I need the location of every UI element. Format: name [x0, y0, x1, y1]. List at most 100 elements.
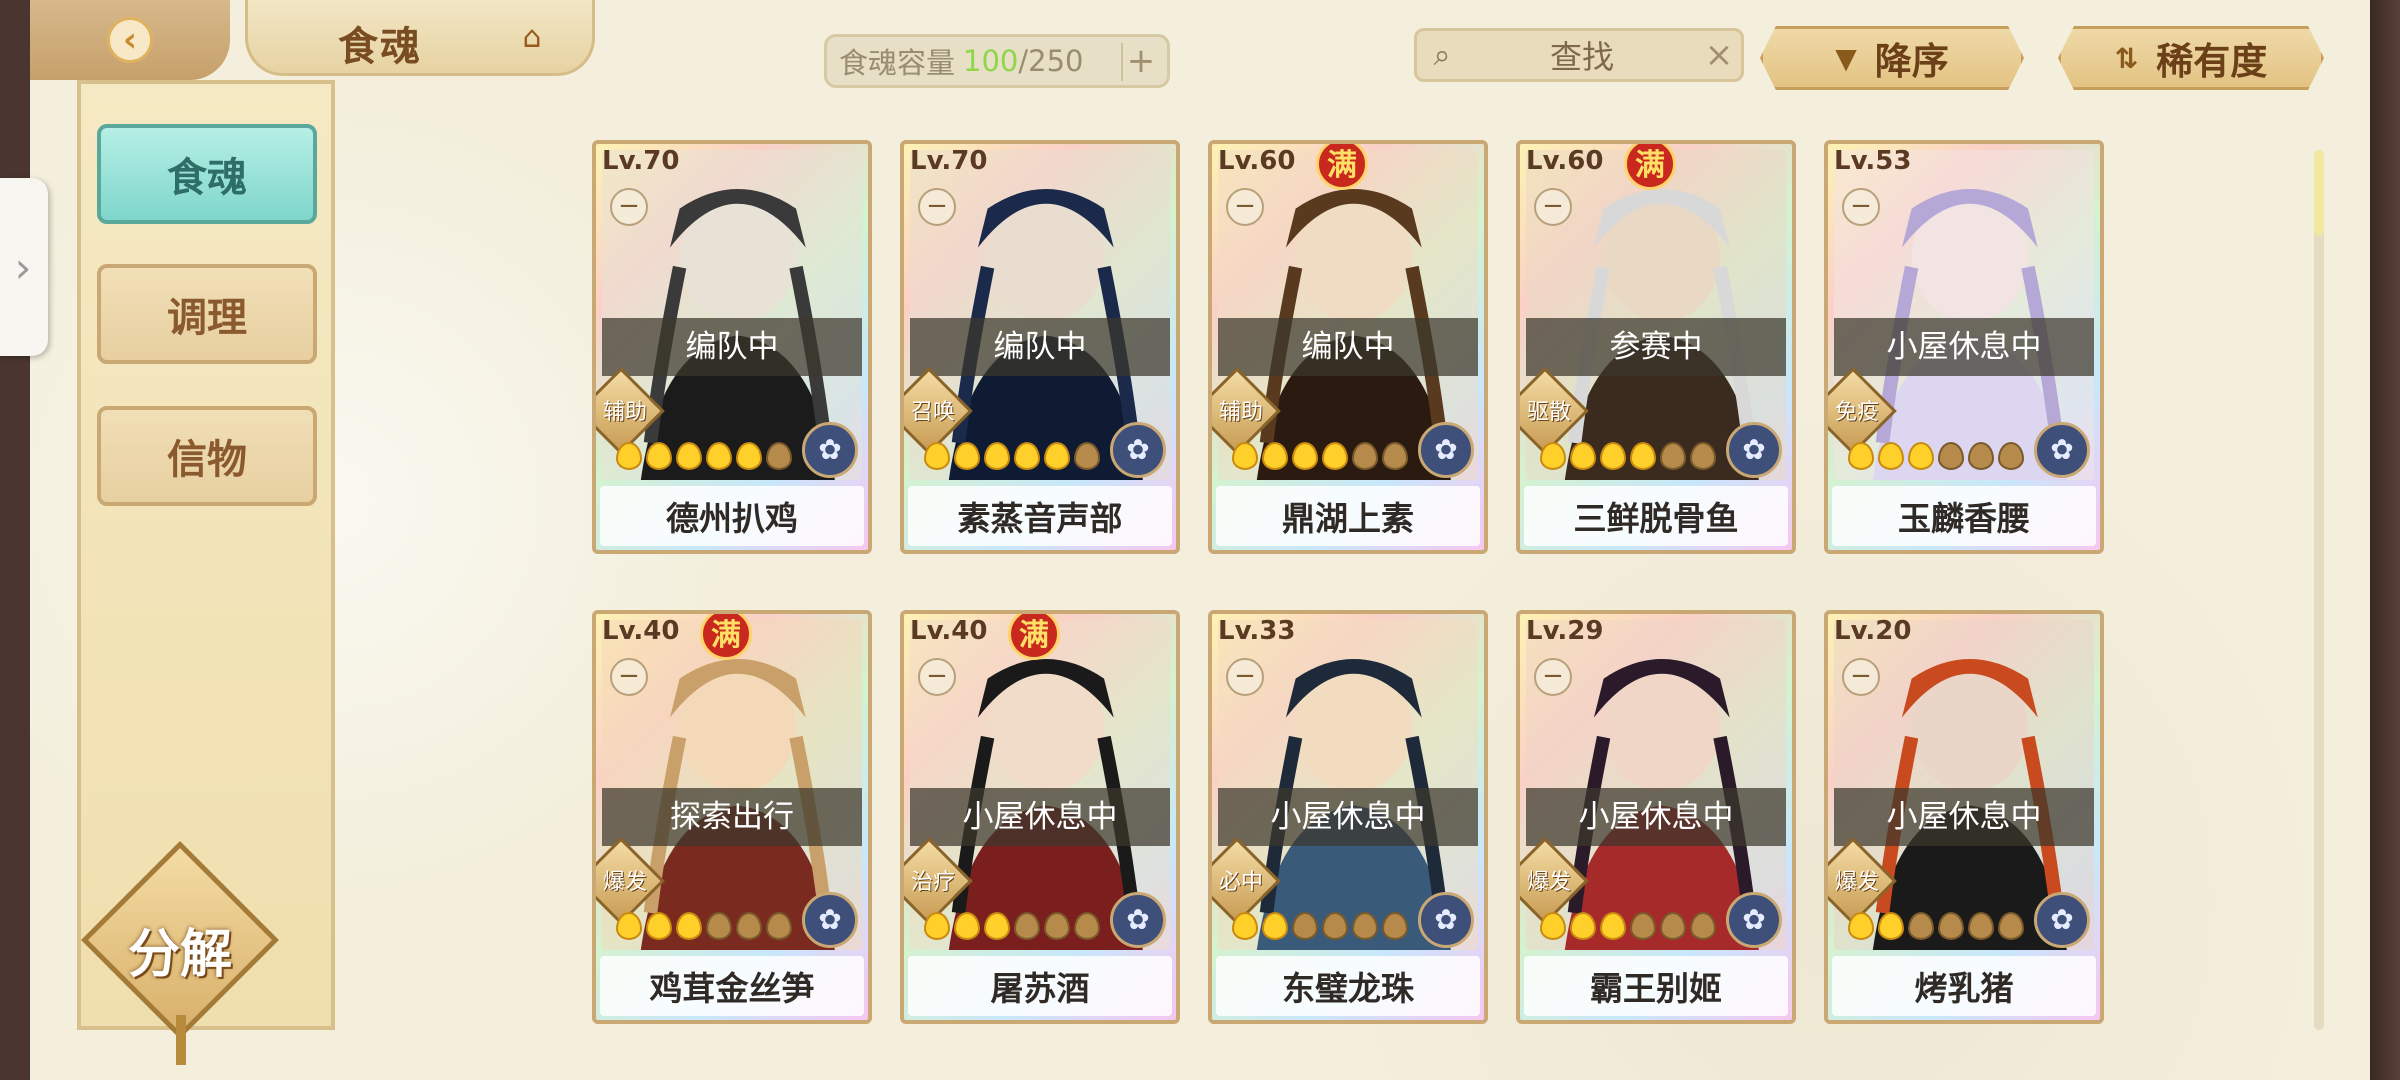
scrollbar[interactable]: [2314, 150, 2324, 1030]
lock-toggle-icon[interactable]: −: [1534, 658, 1572, 696]
status-banner: 编队中: [910, 318, 1170, 376]
lock-toggle-icon[interactable]: −: [610, 188, 648, 226]
sort-rarity-label: 稀有度: [2156, 40, 2268, 83]
card-name: 屠苏酒: [990, 969, 1090, 1008]
lock-toggle-icon[interactable]: −: [1842, 658, 1880, 696]
food-soul-card[interactable]: Lv.40 满 − 小屋休息中 治疗 ✿ 屠苏酒: [900, 610, 1180, 1024]
lock-toggle-icon[interactable]: −: [918, 188, 956, 226]
back-button[interactable]: ‹: [30, 0, 230, 80]
add-capacity-button[interactable]: +: [1121, 43, 1159, 81]
rank-flame-icon: [1690, 442, 1716, 470]
capacity-separator: /: [1018, 44, 1029, 78]
rank-flame-icon: [984, 442, 1010, 470]
max-level-badge: 满: [1316, 144, 1368, 190]
lock-toggle-icon[interactable]: −: [610, 658, 648, 696]
rank-flame-icon: [1660, 912, 1686, 940]
rank-flame-icon: [1848, 442, 1874, 470]
sidebar-item-label: 信物: [167, 437, 247, 483]
level-label: Lv.33: [1218, 616, 1296, 646]
food-soul-card[interactable]: Lv.20 − 小屋休息中 爆发 ✿ 烤乳猪: [1824, 610, 2104, 1024]
level-label: Lv.53: [1834, 146, 1912, 176]
decompose-label[interactable]: 分解: [110, 912, 250, 987]
rank-flames: [616, 442, 792, 470]
rank-flame-icon: [1630, 442, 1656, 470]
food-soul-card[interactable]: Lv.40 满 − 探索出行 爆发 ✿ 鸡茸金丝笋: [592, 610, 872, 1024]
rank-flame-icon: [1908, 442, 1934, 470]
search-bar[interactable]: ⌕ 查找 ×: [1414, 28, 1744, 82]
element-emblem-icon: ✿: [1726, 892, 1782, 948]
rank-flame-icon: [1878, 912, 1904, 940]
capacity-display: 食魂容量 100 / 250 +: [824, 34, 1170, 88]
lock-toggle-icon[interactable]: −: [1534, 188, 1572, 226]
sidebar-item-tokens[interactable]: 信物: [97, 406, 317, 506]
food-soul-card[interactable]: Lv.33 − 小屋休息中 必中 ✿ 东璧龙珠: [1208, 610, 1488, 1024]
lock-toggle-icon[interactable]: −: [1226, 658, 1264, 696]
rank-flame-icon: [1292, 442, 1318, 470]
food-soul-card[interactable]: Lv.29 − 小屋休息中 爆发 ✿ 霸王别姬: [1516, 610, 1796, 1024]
rank-flame-icon: [1352, 912, 1378, 940]
rank-flame-icon: [924, 912, 950, 940]
food-soul-card[interactable]: Lv.53 − 小屋休息中 免疫 ✿ 玉麟香腰: [1824, 140, 2104, 554]
element-emblem-icon: ✿: [2034, 892, 2090, 948]
rank-flame-icon: [1074, 442, 1100, 470]
scrollbar-thumb[interactable]: [2314, 150, 2324, 236]
triangle-down-icon: ▼: [1835, 41, 1857, 75]
rank-flame-icon: [676, 912, 702, 940]
sort-rarity-button[interactable]: ⇅ 稀有度: [2058, 26, 2324, 90]
search-icon: ⌕: [1433, 37, 1451, 73]
food-soul-card[interactable]: Lv.70 − 编队中 辅助 ✿ 德州扒鸡: [592, 140, 872, 554]
card-name: 三鲜脱骨鱼: [1573, 499, 1739, 538]
element-emblem-icon: ✿: [1110, 422, 1166, 478]
rank-flame-icon: [1044, 912, 1070, 940]
rank-flame-icon: [1878, 442, 1904, 470]
tassel-decoration: [176, 1015, 186, 1065]
capacity-current: 100: [963, 44, 1019, 78]
food-soul-card[interactable]: Lv.60 满 − 参赛中 驱散 ✿ 三鲜脱骨鱼: [1516, 140, 1796, 554]
rank-flame-icon: [1232, 912, 1258, 940]
card-name: 霸王别姬: [1590, 969, 1722, 1008]
rank-flame-icon: [1074, 912, 1100, 940]
search-label[interactable]: 查找: [1467, 32, 1697, 78]
element-emblem-icon: ✿: [2034, 422, 2090, 478]
rank-flame-icon: [1382, 912, 1408, 940]
food-soul-card[interactable]: Lv.70 − 编队中 召唤 ✿ 素蒸音声部: [900, 140, 1180, 554]
rank-flame-icon: [1044, 442, 1070, 470]
screen-edge: [2370, 0, 2400, 1080]
rank-flame-icon: [676, 442, 702, 470]
rank-flames: [1848, 442, 2024, 470]
status-banner: 编队中: [602, 318, 862, 376]
rank-flame-icon: [1570, 442, 1596, 470]
rank-flame-icon: [1968, 912, 1994, 940]
rank-flame-icon: [1968, 442, 1994, 470]
rank-flame-icon: [1600, 912, 1626, 940]
lock-toggle-icon[interactable]: −: [1842, 188, 1880, 226]
max-level-badge: 满: [1008, 614, 1060, 660]
rank-flame-icon: [1660, 442, 1686, 470]
rank-flame-icon: [954, 442, 980, 470]
rank-flame-icon: [736, 912, 762, 940]
sort-descending-button[interactable]: ▼ 降序: [1760, 26, 2024, 90]
rank-flame-icon: [1600, 442, 1626, 470]
back-arrow-icon: ‹: [107, 17, 153, 63]
title-tab: 食魂 ⌂: [245, 0, 595, 76]
status-banner: 小屋休息中: [910, 788, 1170, 846]
drawer-tab[interactable]: ›: [0, 178, 48, 356]
close-icon[interactable]: ×: [1697, 35, 1741, 75]
lock-toggle-icon[interactable]: −: [918, 658, 956, 696]
level-label: Lv.40: [602, 616, 680, 646]
sidebar-item-label: 食魂: [167, 155, 247, 201]
pavilion-icon[interactable]: ⌂: [512, 20, 552, 56]
element-emblem-icon: ✿: [1110, 892, 1166, 948]
capacity-label: 食魂容量: [839, 46, 956, 80]
rank-flame-icon: [1540, 912, 1566, 940]
sidebar-item-conditioning[interactable]: 调理: [97, 264, 317, 364]
food-soul-card[interactable]: Lv.60 满 − 编队中 辅助 ✿ 鼎湖上素: [1208, 140, 1488, 554]
rank-flame-icon: [766, 912, 792, 940]
card-name: 德州扒鸡: [666, 499, 798, 538]
status-banner: 小屋休息中: [1834, 788, 2094, 846]
status-banner: 小屋休息中: [1218, 788, 1478, 846]
rank-flame-icon: [616, 442, 642, 470]
rank-flame-icon: [1938, 442, 1964, 470]
sidebar-item-food-souls[interactable]: 食魂: [97, 124, 317, 224]
lock-toggle-icon[interactable]: −: [1226, 188, 1264, 226]
